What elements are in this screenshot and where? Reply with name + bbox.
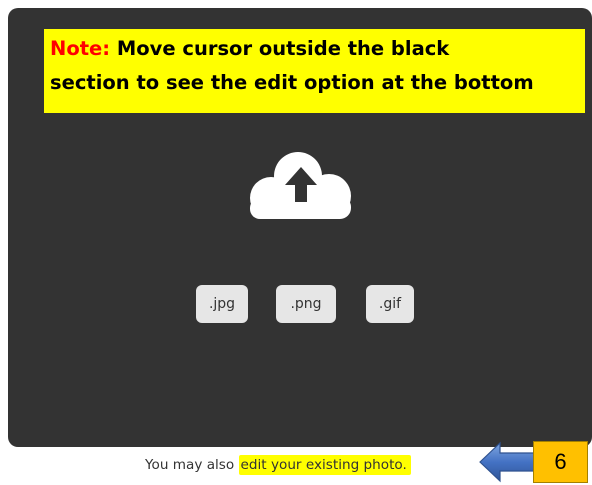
edit-existing-photo-link[interactable]: edit your existing photo. bbox=[238, 455, 411, 475]
format-badge-jpg: .jpg bbox=[196, 285, 248, 323]
step-number-badge: 6 bbox=[533, 441, 588, 483]
edit-link-label: edit your existing photo bbox=[240, 457, 403, 473]
edit-link-period: . bbox=[402, 457, 407, 473]
format-badge-gif: .gif bbox=[366, 285, 414, 323]
footer-prefix: You may also bbox=[145, 457, 235, 473]
note-text-1: Move cursor outside the black bbox=[116, 37, 450, 60]
cloud-upload-icon[interactable] bbox=[249, 147, 353, 221]
left-arrow-icon bbox=[479, 441, 535, 483]
note-line-1: Note: Move cursor outside the black bbox=[50, 32, 579, 66]
note-label: Note: bbox=[50, 37, 111, 60]
format-badge-png: .png bbox=[276, 285, 336, 323]
note-banner: Note: Move cursor outside the black sect… bbox=[44, 29, 585, 113]
footer-text: You may also edit your existing photo. bbox=[145, 452, 411, 478]
note-text-2: section to see the edit option at the bo… bbox=[50, 71, 534, 94]
